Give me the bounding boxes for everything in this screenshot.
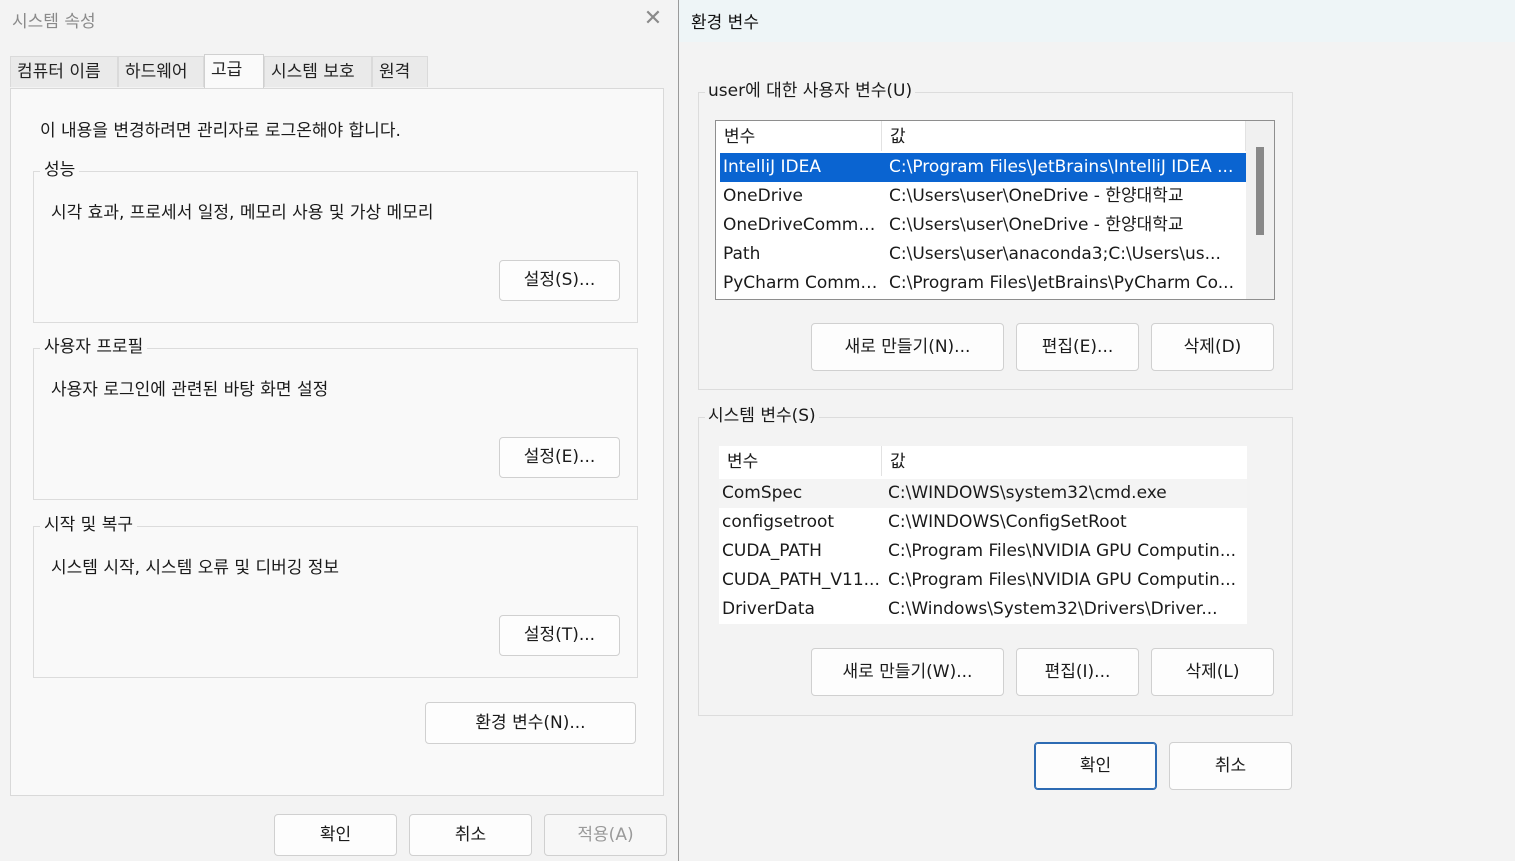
- close-icon[interactable]: ✕: [640, 6, 666, 32]
- variable-value: C:\Users\user\OneDrive - 한양대학교: [889, 215, 1184, 235]
- table-row[interactable]: IntelliJ IDEA C:\Program Files\JetBrains…: [720, 153, 1246, 182]
- variable-value: C:\Users\user\OneDrive - 한양대학교: [889, 186, 1184, 206]
- tab-hardware[interactable]: 하드웨어: [118, 56, 204, 87]
- startup-recovery-settings-button[interactable]: 설정(T)...: [499, 615, 620, 656]
- column-header-value[interactable]: 값: [882, 446, 1247, 476]
- variable-name: configsetroot: [722, 512, 835, 532]
- apply-button: 적용(A): [544, 814, 667, 856]
- table-row[interactable]: DriverData C:\Windows\System32\Drivers\D…: [719, 595, 1247, 624]
- startup-recovery-title: 시작 및 복구: [40, 514, 138, 536]
- variable-name: OneDrive: [723, 186, 803, 206]
- column-header-variable[interactable]: 변수: [719, 446, 882, 476]
- dialog-title: 시스템 속성: [12, 12, 96, 32]
- advanced-tab-panel: 이 내용을 변경하려면 관리자로 로그온해야 합니다. 성능 시각 효과, 프로…: [10, 88, 664, 796]
- system-variables-title: 시스템 변수(S): [705, 405, 819, 427]
- system-variables-group: 시스템 변수(S) 변수 값 ComSpec C:\WINDOWS\system…: [698, 405, 1293, 716]
- user-variables-group: user에 대한 사용자 변수(U) 변수 값 IntelliJ IDEA C:…: [698, 80, 1293, 390]
- title-bar: 환경 변수: [679, 0, 1515, 42]
- column-header-value[interactable]: 값: [882, 121, 1246, 151]
- variable-value: C:\Program Files\JetBrains\PyCharm Co...: [889, 273, 1234, 293]
- scrollbar-thumb[interactable]: [1256, 147, 1264, 235]
- table-row[interactable]: CUDA_PATH_V11... C:\Program Files\NVIDIA…: [719, 566, 1247, 595]
- variable-value: C:\Users\user\anaconda3;C:\Users\us...: [889, 244, 1221, 264]
- vertical-scrollbar[interactable]: [1246, 121, 1274, 299]
- system-properties-dialog: 시스템 속성 ✕ 컴퓨터 이름 하드웨어 고급 시스템 보호 원격 이 내용을 …: [0, 0, 678, 861]
- dialog-title: 환경 변수: [691, 13, 759, 33]
- ok-button[interactable]: 확인: [1034, 742, 1157, 790]
- user-new-button[interactable]: 새로 만들기(N)...: [811, 323, 1004, 371]
- startup-recovery-description: 시스템 시작, 시스템 오류 및 디버깅 정보: [51, 558, 340, 578]
- performance-settings-button[interactable]: 설정(S)...: [499, 260, 620, 301]
- user-profiles-title: 사용자 프로필: [40, 336, 148, 358]
- variable-name: PyCharm Commu...: [723, 273, 883, 293]
- table-row[interactable]: CUDA_PATH C:\Program Files\NVIDIA GPU Co…: [719, 537, 1247, 566]
- system-delete-button[interactable]: 삭제(L): [1151, 648, 1274, 696]
- variable-name: Path: [723, 244, 761, 264]
- admin-note: 이 내용을 변경하려면 관리자로 로그온해야 합니다.: [40, 121, 401, 141]
- user-delete-button[interactable]: 삭제(D): [1151, 323, 1274, 371]
- variable-name: IntelliJ IDEA: [723, 157, 821, 177]
- user-profiles-description: 사용자 로그인에 관련된 바탕 화면 설정: [51, 380, 329, 400]
- performance-description: 시각 효과, 프로세서 일정, 메모리 사용 및 가상 메모리: [51, 203, 434, 223]
- table-row[interactable]: configsetroot C:\WINDOWS\ConfigSetRoot: [719, 508, 1247, 537]
- list-header: 변수 값: [716, 121, 1246, 151]
- environment-variables-button[interactable]: 환경 변수(N)...: [425, 702, 636, 744]
- ok-button[interactable]: 확인: [274, 814, 397, 856]
- table-row[interactable]: ComSpec C:\WINDOWS\system32\cmd.exe: [719, 479, 1247, 508]
- cancel-button[interactable]: 취소: [1169, 742, 1292, 790]
- performance-group: 성능 시각 효과, 프로세서 일정, 메모리 사용 및 가상 메모리 설정(S)…: [33, 159, 638, 323]
- variable-name: CUDA_PATH_V11...: [722, 570, 880, 590]
- variable-value: C:\Program Files\NVIDIA GPU Computin...: [888, 570, 1237, 590]
- tab-system-protection[interactable]: 시스템 보호: [264, 56, 372, 87]
- variable-name: OneDriveCommer...: [723, 215, 883, 235]
- table-row[interactable]: PyCharm Commu... C:\Program Files\JetBra…: [716, 269, 1246, 298]
- variable-value: C:\WINDOWS\ConfigSetRoot: [888, 512, 1127, 532]
- user-variables-title: user에 대한 사용자 변수(U): [705, 80, 916, 102]
- system-edit-button[interactable]: 편집(I)...: [1016, 648, 1139, 696]
- variable-name: DriverData: [722, 599, 815, 619]
- user-variables-list[interactable]: 변수 값 IntelliJ IDEA C:\Program Files\JetB…: [715, 120, 1275, 300]
- variable-value: C:\Program Files\JetBrains\IntelliJ IDEA…: [889, 157, 1234, 177]
- list-header: 변수 값: [719, 446, 1247, 476]
- tab-advanced[interactable]: 고급: [204, 54, 264, 88]
- system-new-button[interactable]: 새로 만들기(W)...: [811, 648, 1004, 696]
- tab-computer-name[interactable]: 컴퓨터 이름: [10, 56, 118, 87]
- user-profiles-group: 사용자 프로필 사용자 로그인에 관련된 바탕 화면 설정 설정(E)...: [33, 336, 638, 500]
- variable-name: ComSpec: [722, 483, 803, 503]
- table-row[interactable]: OneDrive C:\Users\user\OneDrive - 한양대학교: [716, 182, 1246, 211]
- variable-value: C:\WINDOWS\system32\cmd.exe: [888, 483, 1167, 503]
- cancel-button[interactable]: 취소: [409, 814, 532, 856]
- system-variables-list[interactable]: 변수 값 ComSpec C:\WINDOWS\system32\cmd.exe…: [719, 446, 1247, 624]
- user-edit-button[interactable]: 편집(E)...: [1016, 323, 1139, 371]
- environment-variables-dialog: 환경 변수 user에 대한 사용자 변수(U) 변수 값 IntelliJ I…: [678, 0, 1515, 861]
- variable-name: CUDA_PATH: [722, 541, 822, 561]
- variable-value: C:\Program Files\NVIDIA GPU Computin...: [888, 541, 1237, 561]
- user-profiles-settings-button[interactable]: 설정(E)...: [499, 437, 620, 478]
- performance-title: 성능: [40, 159, 80, 181]
- table-row[interactable]: Path C:\Users\user\anaconda3;C:\Users\us…: [716, 240, 1246, 269]
- column-header-variable[interactable]: 변수: [716, 121, 882, 151]
- tab-remote[interactable]: 원격: [372, 56, 428, 87]
- table-row[interactable]: OneDriveCommer... C:\Users\user\OneDrive…: [716, 211, 1246, 240]
- variable-value: C:\Windows\System32\Drivers\Driver...: [888, 599, 1218, 619]
- startup-recovery-group: 시작 및 복구 시스템 시작, 시스템 오류 및 디버깅 정보 설정(T)...: [33, 514, 638, 678]
- title-bar: 시스템 속성 ✕: [0, 0, 678, 40]
